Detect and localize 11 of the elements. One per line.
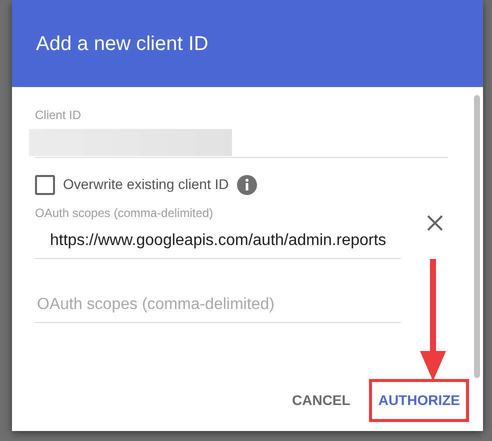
field-label: Client ID (35, 107, 82, 124)
scope-field[interactable]: OAuth scopes (comma-delimited) (35, 292, 401, 318)
cancel-button[interactable]: CANCEL (286, 382, 356, 419)
scrollbar-thumb[interactable] (474, 95, 480, 378)
info-icon[interactable] (236, 174, 257, 194)
checkbox-label: Overwrite existing client ID (63, 175, 229, 194)
checkbox[interactable] (35, 174, 55, 194)
dialog-title: Add a new client ID (12, 0, 483, 87)
authorize-button[interactable]: AUTHORIZE (372, 382, 466, 419)
scope-field[interactable]: https://www.googleapis.com/auth/admin.reports (35, 228, 401, 254)
field-label: OAuth scopes (comma-delimited) (35, 205, 214, 222)
